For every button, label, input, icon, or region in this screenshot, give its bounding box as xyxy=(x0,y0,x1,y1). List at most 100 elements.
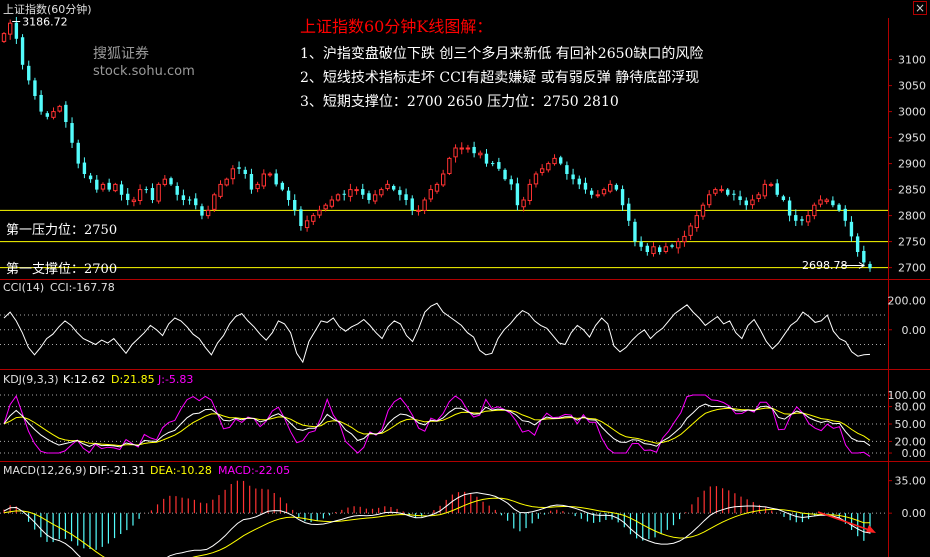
headline-line-3: 3、短期支撑位：2700 2650 压力位：2750 2810 xyxy=(300,94,619,110)
candle-body-up xyxy=(205,209,211,217)
sh-index-60min-chart: 3100 3050 3000 2950 2900 2850 2800 2750 2700 200.… xyxy=(0,0,930,557)
candle-body-up xyxy=(676,241,681,249)
candle-body-up xyxy=(719,189,724,192)
candle-body-down xyxy=(361,189,365,195)
support-label: 第一支撑位：2700 xyxy=(6,262,117,277)
price-tick-label: 2750 xyxy=(898,236,926,249)
candle-body-down xyxy=(855,236,860,252)
candle-body-up xyxy=(768,183,774,186)
candle-body-down xyxy=(849,221,854,237)
candle-body-down xyxy=(64,104,68,122)
candle-body-up xyxy=(812,204,817,217)
macd-tick-label: 35.00 xyxy=(895,475,927,488)
candle-body-up xyxy=(453,147,458,158)
candle-body-down xyxy=(76,142,80,164)
kdj-k-readout: K:12.62 xyxy=(63,373,105,386)
candle-body-up xyxy=(478,152,483,156)
candle-body-up xyxy=(385,183,390,190)
candle-body-down xyxy=(249,174,254,190)
close-button[interactable]: × xyxy=(913,1,927,15)
macd-dif-readout: DIF:-21.31 xyxy=(89,464,145,477)
kdj-tick-label: 0.00 xyxy=(902,447,927,460)
watermark-url: stock.sohu.com xyxy=(93,64,195,79)
candle-body-down xyxy=(144,189,148,191)
candle-body-down xyxy=(503,169,507,180)
candle-body-down xyxy=(404,194,408,200)
macd-tick-label: 0.00 xyxy=(902,507,927,520)
candle-body-down xyxy=(645,245,650,252)
candle-body-up xyxy=(311,215,316,222)
candle-body-up xyxy=(416,209,421,212)
candle-body-up xyxy=(323,204,328,210)
candle-body-down xyxy=(194,198,198,206)
candle-body-up xyxy=(682,235,687,243)
price-tick-label: 2700 xyxy=(898,262,926,275)
candle-body-up xyxy=(434,183,440,192)
candle-body-down xyxy=(515,183,520,206)
candle-body-up xyxy=(317,209,322,216)
candle-body-down xyxy=(565,165,569,174)
candle-body-down xyxy=(280,182,285,190)
candle-body-up xyxy=(465,147,471,150)
candle-body-down xyxy=(589,190,594,195)
candle-body-up xyxy=(51,111,56,118)
candle-body-down xyxy=(775,183,779,195)
close-icon[interactable]: × xyxy=(915,1,925,15)
price-tick-label: 2900 xyxy=(898,158,926,171)
candle-body-down xyxy=(472,146,476,154)
headline-title: 上证指数60分钟K线图解： xyxy=(300,17,492,36)
candle-body-down xyxy=(843,208,847,221)
candle-body-up xyxy=(230,168,236,180)
candle-body-down xyxy=(614,184,619,190)
candle-body-up xyxy=(663,246,669,252)
candle-body-down xyxy=(274,173,278,185)
candle-body-down xyxy=(88,175,93,180)
candle-body-down xyxy=(490,163,495,165)
candle-body-up xyxy=(422,199,427,211)
candle-body-up xyxy=(688,225,693,236)
price-tick-label: 3050 xyxy=(898,80,926,93)
candle-body-up xyxy=(552,157,557,165)
candle-body-down xyxy=(738,196,742,200)
candle-body-down xyxy=(299,209,303,226)
candle-body-up xyxy=(156,183,161,202)
candle-body-up xyxy=(348,189,353,197)
candle-body-up xyxy=(137,189,143,202)
candle-body-up xyxy=(694,215,699,229)
candle-body-down xyxy=(33,80,37,96)
candle-body-down xyxy=(95,179,99,190)
candle-body-down xyxy=(14,22,19,39)
candle-body-up xyxy=(113,183,118,192)
candle-body-down xyxy=(800,219,804,221)
candle-body-down xyxy=(342,193,346,195)
price-tick-label: 2950 xyxy=(898,132,926,145)
price-tick-label: 2800 xyxy=(898,210,926,223)
candle-body-up xyxy=(706,194,712,206)
candle-body-up xyxy=(595,194,601,197)
candle-body-up xyxy=(651,246,656,255)
candle-body-up xyxy=(601,189,607,195)
cci-tick-label: 200.00 xyxy=(888,294,927,307)
kdj-j-readout: J:-5.83 xyxy=(157,373,193,386)
kdj-tick-label: 50.00 xyxy=(895,418,927,431)
candle-body-down xyxy=(868,263,872,269)
cci-tick-label: 0.00 xyxy=(902,324,927,337)
macd-dea-readout: DEA:-10.28 xyxy=(150,464,212,477)
price-tick-label: 3100 xyxy=(898,54,926,67)
candle-body-down xyxy=(657,247,662,252)
candle-body-down xyxy=(187,199,192,201)
candle-body-up xyxy=(824,199,829,203)
candle-body-up xyxy=(756,194,761,199)
cci-readout: CCI:-167.78 xyxy=(50,281,115,294)
candle-body-down xyxy=(175,185,179,195)
candle-body-up xyxy=(608,183,613,192)
candle-body-up xyxy=(304,220,310,229)
price-tick-label: 2850 xyxy=(898,184,926,197)
candle-body-up xyxy=(57,105,62,112)
candle-body-down xyxy=(509,179,513,185)
candle-body-down xyxy=(410,198,414,211)
headline-line-1: 1、沪指变盘破位下跌 创三个多月来新低 有回补2650缺口的风险 xyxy=(300,45,703,62)
kdj-d-readout: D:21.85 xyxy=(111,373,155,386)
candle-body-down xyxy=(392,185,396,190)
candle-body-up xyxy=(1,33,7,42)
